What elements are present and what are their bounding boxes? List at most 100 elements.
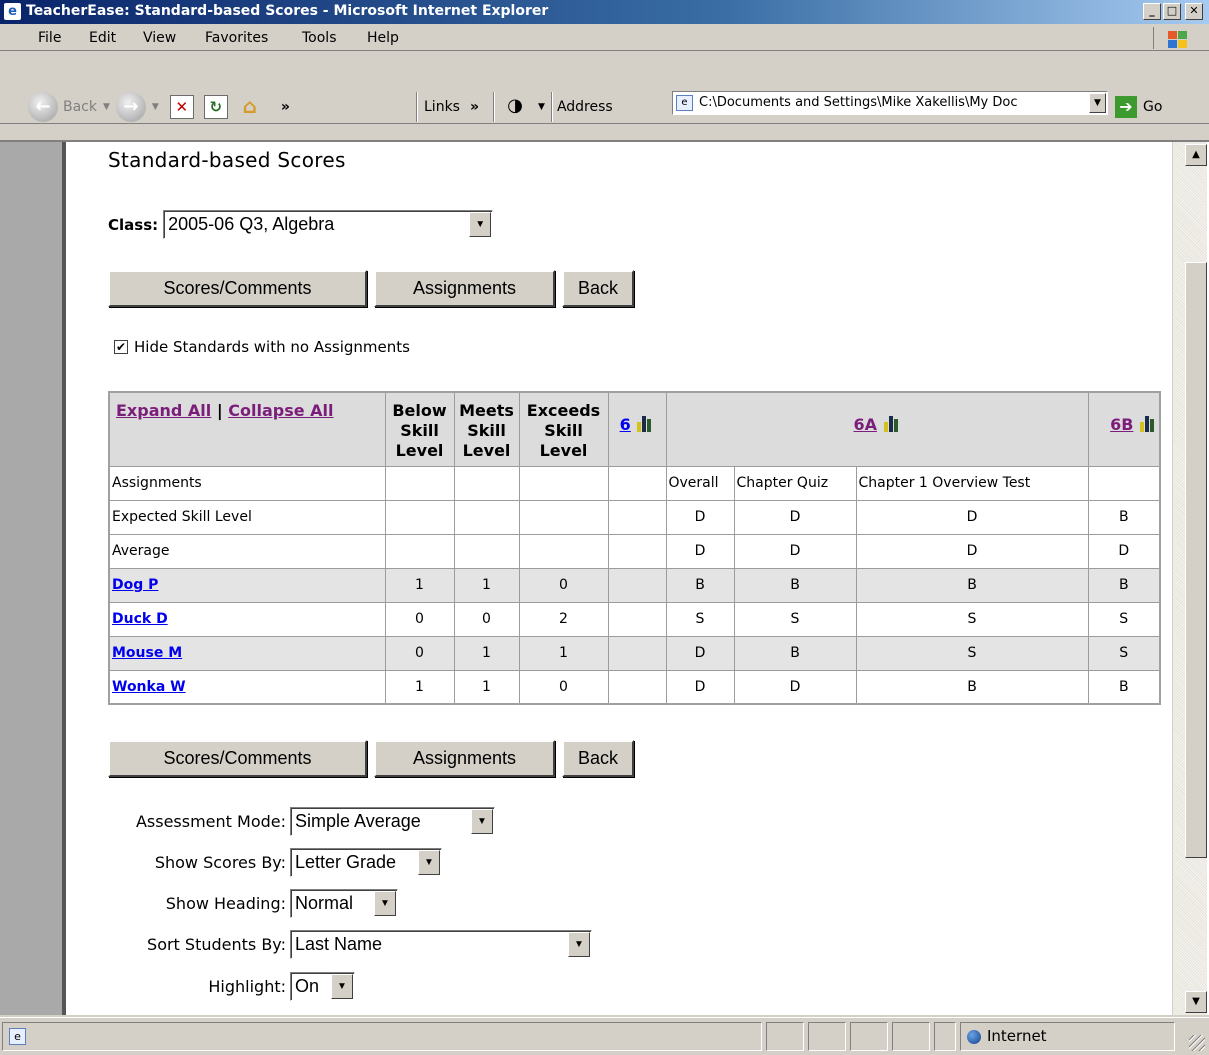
table-cell: B bbox=[1087, 499, 1161, 535]
table-cell: S bbox=[665, 601, 735, 637]
student-link[interactable]: Dog P bbox=[112, 577, 158, 593]
forward-dropdown-icon[interactable]: ▼ bbox=[152, 102, 159, 112]
minimize-button[interactable]: _ bbox=[1143, 3, 1161, 20]
table-cell: 0 bbox=[453, 601, 520, 637]
table-cell: B bbox=[733, 635, 857, 671]
menu-edit[interactable]: Edit bbox=[89, 30, 116, 46]
menu-help[interactable]: Help bbox=[367, 30, 399, 46]
standard-6-link[interactable]: 6 bbox=[620, 415, 631, 434]
highlight-select[interactable]: On ▼ bbox=[290, 972, 355, 1001]
table-cell: S bbox=[855, 635, 1089, 671]
menu-bar: File Edit View Favorites Tools Help bbox=[0, 24, 1209, 51]
close-button[interactable]: ✕ bbox=[1185, 3, 1203, 20]
refresh-icon[interactable]: ↻ bbox=[203, 95, 228, 119]
expand-all-link[interactable]: Expand All bbox=[116, 401, 211, 420]
table-cell bbox=[607, 635, 667, 671]
assignments-button[interactable]: Assignments bbox=[374, 740, 555, 777]
student-link[interactable]: Mouse M bbox=[112, 645, 182, 661]
scrollbar-thumb[interactable] bbox=[1185, 262, 1207, 858]
messenger-dropdown-icon[interactable]: ▼ bbox=[538, 102, 545, 112]
left-margin-bar bbox=[0, 142, 66, 1015]
resize-grip-icon[interactable] bbox=[1189, 1035, 1205, 1051]
table-cell: 0 bbox=[518, 567, 609, 603]
student-link[interactable]: Duck D bbox=[112, 611, 168, 627]
chevron-down-icon[interactable]: ▼ bbox=[374, 891, 396, 916]
back-button[interactable]: Back bbox=[562, 740, 634, 777]
table-cell: B bbox=[1087, 669, 1161, 705]
page-content: Standard-based Scores Class: 2005-06 Q3,… bbox=[66, 142, 1172, 1015]
assessment-mode-row: Assessment Mode: Simple Average ▼ bbox=[108, 807, 495, 836]
collapse-all-link[interactable]: Collapse All bbox=[228, 401, 333, 420]
show-heading-select[interactable]: Normal ▼ bbox=[290, 889, 398, 918]
table-cell bbox=[1087, 465, 1161, 501]
toolbar-separator bbox=[550, 92, 553, 122]
go-button[interactable]: Go bbox=[1143, 99, 1162, 115]
col-meets-skill: Meets Skill Level bbox=[453, 391, 520, 467]
toolbar-chevron[interactable]: » bbox=[281, 99, 290, 115]
page-icon: e bbox=[676, 95, 693, 111]
status-panel bbox=[934, 1022, 956, 1051]
table-cell: B bbox=[855, 567, 1089, 603]
address-value: C:\Documents and Settings\Mike Xakellis\… bbox=[699, 95, 1018, 110]
sort-students-select[interactable]: Last Name ▼ bbox=[290, 930, 592, 959]
scores-comments-button[interactable]: Scores/Comments bbox=[108, 270, 367, 307]
back-button-label[interactable]: Back bbox=[63, 99, 97, 115]
chevron-down-icon[interactable]: ▼ bbox=[418, 850, 440, 875]
hide-standards-checkbox[interactable]: ✔ bbox=[114, 340, 128, 354]
table-cell: 2 bbox=[518, 601, 609, 637]
menu-tools[interactable]: Tools bbox=[302, 30, 337, 46]
scores-comments-button[interactable]: Scores/Comments bbox=[108, 740, 367, 777]
class-select[interactable]: 2005-06 Q3, Algebra ▼ bbox=[163, 210, 494, 239]
home-icon[interactable]: ⌂ bbox=[238, 95, 262, 119]
assessment-mode-select[interactable]: Simple Average ▼ bbox=[290, 807, 495, 836]
chevron-down-icon[interactable]: ▼ bbox=[331, 974, 353, 999]
address-dropdown-icon[interactable]: ▼ bbox=[1089, 93, 1106, 113]
window-title-bar[interactable]: e TeacherEase: Standard-based Scores - M… bbox=[0, 0, 1209, 24]
student-row: Duck D 0 0 2 S S S S bbox=[108, 601, 1161, 637]
back-dropdown-icon[interactable]: ▼ bbox=[103, 102, 110, 112]
bottom-button-row: Scores/Comments Assignments Back bbox=[108, 740, 641, 777]
bar-chart-icon[interactable] bbox=[1139, 415, 1157, 432]
back-arrow-icon[interactable]: ← bbox=[28, 92, 58, 122]
links-label[interactable]: Links bbox=[424, 99, 460, 115]
bar-chart-icon[interactable] bbox=[883, 415, 901, 432]
assignments-button[interactable]: Assignments bbox=[374, 270, 555, 307]
stop-icon[interactable]: ✕ bbox=[169, 95, 194, 119]
maximize-button[interactable]: □ bbox=[1163, 3, 1181, 20]
standard-6-header: 6 bbox=[607, 391, 667, 467]
scroll-down-icon[interactable]: ▼ bbox=[1185, 991, 1207, 1013]
vertical-scrollbar[interactable]: ▲ ▼ bbox=[1172, 142, 1207, 1015]
hide-standards-option: ✔ Hide Standards with no Assignments bbox=[114, 338, 410, 356]
menu-view[interactable]: View bbox=[143, 30, 176, 46]
bar-chart-icon[interactable] bbox=[636, 415, 654, 432]
menu-file[interactable]: File bbox=[38, 30, 61, 46]
table-cell bbox=[607, 465, 667, 501]
chevron-down-icon[interactable]: ▼ bbox=[469, 212, 492, 237]
assignment-chapter-1-overview-test[interactable]: Chapter 1 Overview Test bbox=[855, 465, 1089, 501]
table-cell bbox=[607, 499, 667, 535]
table-cell: 1 bbox=[453, 669, 520, 705]
table-cell bbox=[384, 499, 455, 535]
assignment-chapter-quiz[interactable]: Chapter Quiz bbox=[733, 465, 857, 501]
table-cell: D bbox=[855, 499, 1089, 535]
table-cell: D bbox=[665, 499, 735, 535]
chevron-down-icon[interactable]: ▼ bbox=[568, 932, 590, 957]
menu-favorites[interactable]: Favorites bbox=[205, 30, 268, 46]
highlight-row: Highlight: On ▼ bbox=[108, 972, 355, 1001]
messenger-icon[interactable]: ◑ bbox=[503, 95, 527, 119]
show-heading-value: Normal bbox=[295, 893, 354, 913]
standard-6a-link[interactable]: 6A bbox=[853, 415, 877, 434]
go-arrow-icon[interactable]: ➔ bbox=[1115, 96, 1137, 118]
links-chevron[interactable]: » bbox=[470, 99, 479, 115]
show-scores-select[interactable]: Letter Grade ▼ bbox=[290, 848, 442, 877]
status-bar: e Internet bbox=[0, 1017, 1209, 1055]
scroll-up-icon[interactable]: ▲ bbox=[1185, 144, 1207, 166]
chevron-down-icon[interactable]: ▼ bbox=[471, 809, 493, 834]
student-link[interactable]: Wonka W bbox=[112, 679, 186, 695]
address-input[interactable]: e C:\Documents and Settings\Mike Xakelli… bbox=[672, 91, 1108, 115]
forward-arrow-icon[interactable]: → bbox=[115, 92, 146, 122]
assignment-overall[interactable]: Overall bbox=[665, 465, 735, 501]
student-row: Dog P 1 1 0 B B B B bbox=[108, 567, 1161, 603]
standard-6b-link[interactable]: 6B bbox=[1110, 415, 1133, 434]
back-button[interactable]: Back bbox=[562, 270, 634, 307]
